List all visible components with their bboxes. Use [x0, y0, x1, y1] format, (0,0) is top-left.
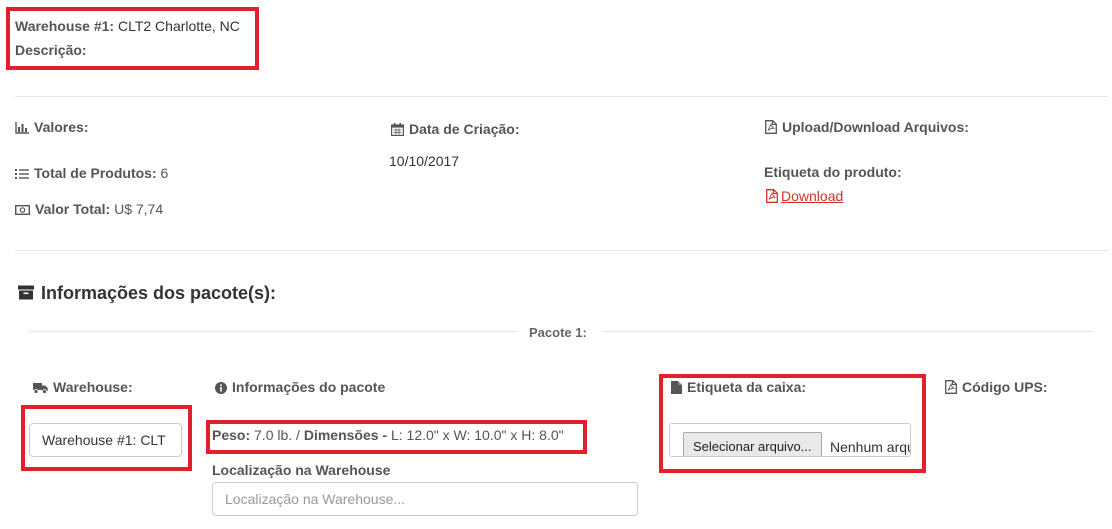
- warehouse-col-title: Warehouse:: [33, 378, 133, 396]
- warehouse-header-value: CLT2 Charlotte, NC: [117, 18, 240, 34]
- box-label-title-text: Etiqueta da caixa:: [687, 379, 807, 395]
- files-title-text: Upload/Download Arquivos:: [782, 119, 969, 135]
- values-title: Valores:: [15, 118, 88, 136]
- divider-top: [15, 96, 1108, 97]
- package-info-title: Informações do pacote: [215, 378, 385, 396]
- packages-section-title-text: Informações dos pacote(s):: [41, 283, 277, 303]
- total-value-label: Valor Total:: [35, 201, 111, 217]
- box-label-title: Etiqueta da caixa:: [671, 378, 806, 396]
- total-value-value: U$ 7,74: [114, 201, 164, 217]
- dimensions-label: Dimensões -: [303, 427, 388, 443]
- divider-middle: [15, 250, 1108, 251]
- weight-label: Peso:: [212, 427, 251, 443]
- warehouse-input[interactable]: Warehouse #1: CLT: [29, 423, 182, 457]
- warehouse-header: Warehouse #1: CLT2 Charlotte, NC: [15, 17, 240, 35]
- package-info-title-text: Informações do pacote: [232, 379, 386, 395]
- info-circle-icon: [215, 382, 227, 394]
- ups-title-text: Código UPS:: [962, 379, 1048, 395]
- dimensions-value: L: 12.0" x W: 10.0" x H: 8.0": [390, 427, 564, 443]
- archive-box-icon: [18, 285, 34, 300]
- total-value: Valor Total: U$ 7,74: [15, 200, 163, 218]
- total-products-label: Total de Produtos:: [34, 165, 157, 181]
- calendar-icon: [391, 123, 404, 136]
- bar-chart-icon: [15, 122, 29, 134]
- warehouse-header-label: Warehouse #1:: [15, 18, 115, 34]
- warehouse-col-title-text: Warehouse:: [53, 379, 133, 395]
- file-input[interactable]: Selecionar arquivo... Nenhum arquivo sel…: [669, 423, 911, 457]
- money-icon: [15, 205, 30, 216]
- list-icon: [15, 169, 29, 179]
- files-title: Upload/Download Arquivos:: [765, 118, 969, 136]
- creation-date-title-text: Data de Criação:: [409, 121, 520, 137]
- truck-icon: [33, 383, 48, 394]
- location-input[interactable]: Localização na Warehouse...: [212, 482, 638, 516]
- total-products-value: 6: [160, 165, 169, 181]
- ups-title: Código UPS:: [945, 378, 1048, 396]
- file-status: Nenhum arquivo selecionado.: [830, 439, 910, 455]
- weight-value: 7.0 lb. /: [254, 427, 300, 443]
- pdf-file-icon: [766, 189, 778, 203]
- pdf-file-icon: [945, 380, 957, 394]
- package-divider-left: [28, 331, 517, 332]
- file-icon: [671, 381, 682, 394]
- values-title-text: Valores:: [34, 119, 89, 135]
- description-label: Descrição:: [15, 42, 87, 58]
- package-divider-right: [603, 331, 1094, 332]
- download-link-text: Download: [781, 188, 844, 204]
- creation-date-value: 10/10/2017: [389, 153, 460, 169]
- package-label: Pacote 1:: [529, 325, 587, 340]
- location-label: Localização na Warehouse: [212, 462, 391, 478]
- download-link[interactable]: Download: [766, 187, 843, 205]
- package-dimensions: Peso: 7.0 lb. / Dimensões - L: 12.0" x W…: [212, 426, 564, 444]
- file-select-button[interactable]: Selecionar arquivo...: [683, 432, 822, 456]
- creation-date-title: Data de Criação:: [391, 120, 519, 138]
- pdf-file-icon: [765, 120, 777, 134]
- packages-section-title: Informações dos pacote(s):: [18, 282, 276, 304]
- total-products: Total de Produtos: 6: [15, 164, 168, 182]
- product-label-title: Etiqueta do produto:: [764, 164, 902, 180]
